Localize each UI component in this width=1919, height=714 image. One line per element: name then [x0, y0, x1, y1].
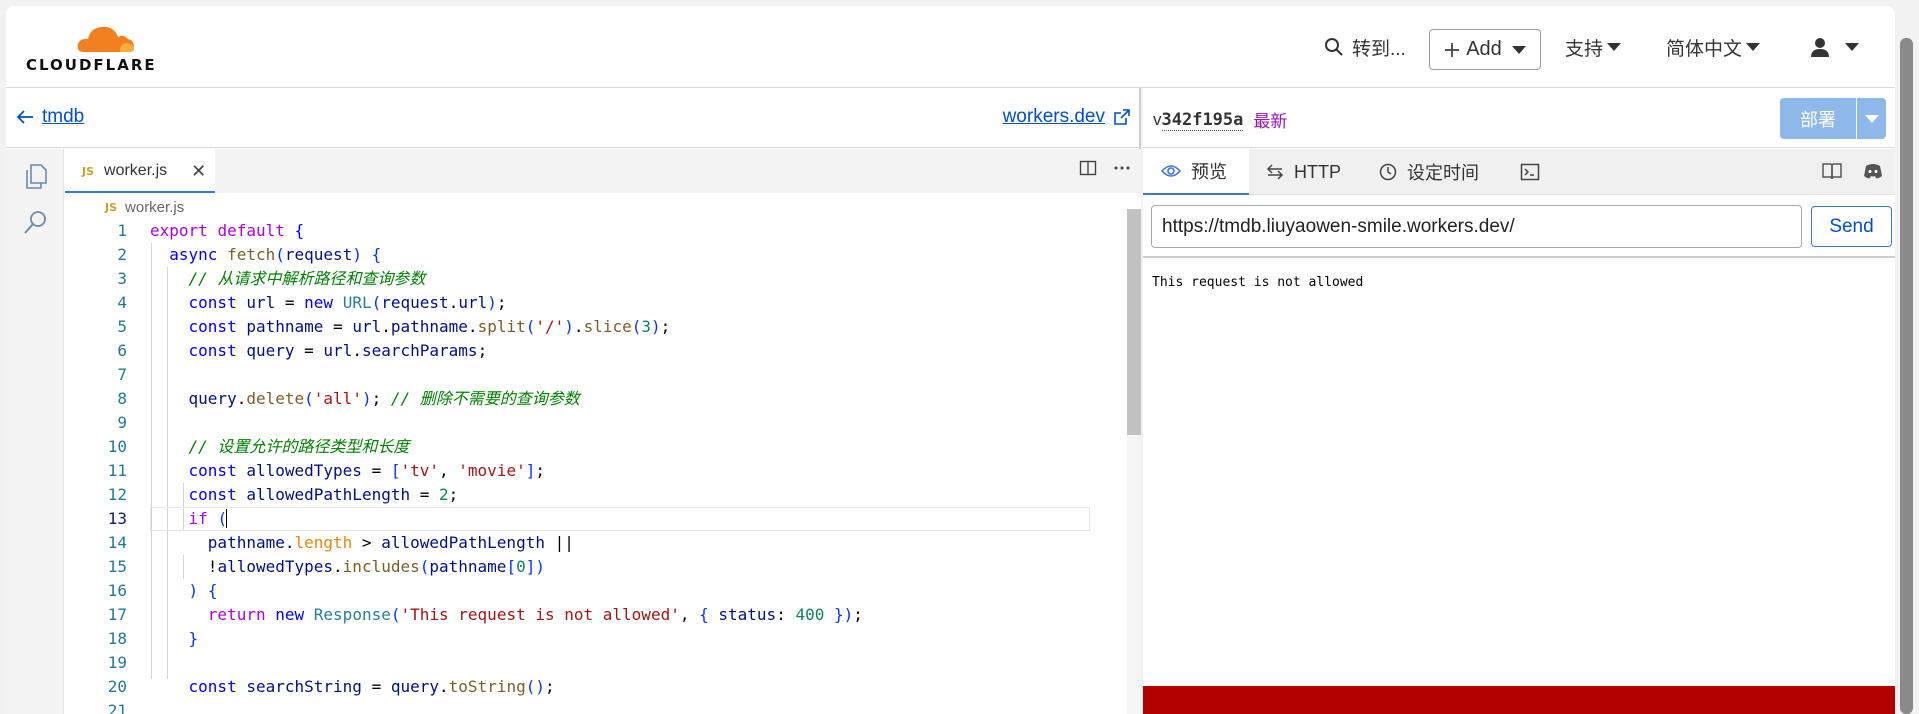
send-button[interactable]: Send: [1811, 206, 1892, 247]
more-icon[interactable]: [1113, 159, 1131, 177]
tab-worker-js[interactable]: JS worker.js ✕: [65, 149, 215, 193]
code-line: 9: [117, 413, 127, 432]
search-icon: [1325, 38, 1343, 56]
code-line: 14 pathname.length > allowedPathLength |…: [107, 533, 574, 552]
code-line: 8 query.delete('all'); // 删除不需要的查询参数: [117, 389, 580, 408]
code-line: 10 // 设置允许的路径类型和长度: [107, 437, 410, 456]
deploy-dropdown[interactable]: [1856, 98, 1886, 139]
split-editor-icon[interactable]: [1079, 159, 1097, 177]
editor-tabbar: JS worker.js ✕: [65, 149, 1141, 193]
deploy-button[interactable]: 部署: [1780, 98, 1856, 139]
js-file-icon: JS: [82, 164, 95, 178]
tab-label: HTTP: [1294, 161, 1341, 182]
code-line: 7: [117, 365, 127, 384]
code-line: 18 }: [107, 629, 199, 648]
code-line: 4 const url = new URL(request.url);: [117, 293, 507, 312]
version-prefix: v: [1153, 109, 1162, 129]
code-line: 19: [107, 653, 127, 672]
tab-terminal[interactable]: [1520, 149, 1540, 195]
preview-pane: v342f195a 最新 部署 预览 HTTP 设定时间 https://tmd…: [1143, 88, 1895, 714]
editor-toolbar: tmdb workers.dev: [6, 88, 1141, 148]
terminal-icon: [1520, 163, 1540, 181]
code-line: 11 const allowedTypes = ['tv', 'movie'];: [107, 461, 545, 480]
code-line-active: 13 if (: [65, 507, 1115, 531]
user-icon: [1811, 38, 1829, 57]
workers-dev-link[interactable]: workers.dev: [1003, 106, 1131, 128]
request-bar: Send: [1143, 196, 1895, 258]
close-icon[interactable]: ✕: [191, 161, 206, 182]
eye-icon: [1161, 165, 1181, 177]
goto-label: 转到...: [1352, 38, 1406, 60]
version-bar: v342f195a 最新 部署: [1143, 88, 1895, 148]
tab-label: 预览: [1191, 162, 1227, 182]
code-line: 12 const allowedPathLength = 2;: [107, 485, 459, 504]
cloudflare-logo[interactable]: CLOUDFLARE: [26, 20, 166, 78]
brand-name: CLOUDFLARE: [26, 56, 157, 74]
code-line: 16 ) {: [107, 581, 218, 600]
plus-icon: [1445, 42, 1460, 57]
tab-label: 设定时间: [1407, 163, 1479, 183]
chevron-down-icon: [1845, 43, 1859, 51]
tab-preview[interactable]: 预览: [1143, 149, 1249, 195]
js-file-icon: JS: [105, 201, 118, 214]
breadcrumb-file: worker.js: [125, 199, 185, 216]
chevron-down-icon: [1511, 45, 1526, 54]
swap-icon: [1266, 164, 1284, 180]
url-input[interactable]: [1151, 205, 1802, 248]
code-line: 5 const pathname = url.pathname.split('/…: [117, 317, 671, 336]
external-link-icon: [1114, 109, 1130, 125]
add-label: Add: [1466, 38, 1502, 60]
tab-http[interactable]: HTTP: [1266, 149, 1341, 195]
goto-search[interactable]: 转到...: [1324, 6, 1406, 88]
language-label: 简体中文: [1666, 38, 1743, 60]
version-latest-badge: 最新: [1253, 112, 1288, 131]
page-scroll-thumb[interactable]: [1900, 38, 1913, 714]
activity-bar: [6, 149, 64, 714]
status-bar: [1143, 686, 1895, 714]
code-editor[interactable]: JS worker.js ✕ JS worker.js 1 export def…: [65, 149, 1141, 714]
code-line: 21: [107, 701, 127, 714]
top-header: CLOUDFLARE 转到... Add 支持 简体中文: [6, 6, 1895, 88]
code-area[interactable]: 1 export default { 2 async fetch(request)…: [65, 219, 1115, 714]
back-arrow-icon: [16, 110, 33, 124]
editor-scrollbar[interactable]: [1127, 209, 1141, 714]
deploy-button-group: 部署: [1780, 98, 1886, 139]
file-breadcrumb[interactable]: JS worker.js: [105, 199, 184, 216]
back-label: tmdb: [42, 106, 85, 127]
chevron-down-icon: [1864, 114, 1879, 123]
code-line: 1 export default {: [117, 221, 305, 240]
files-icon[interactable]: [21, 161, 51, 191]
editor-scroll-thumb[interactable]: [1127, 209, 1141, 435]
language-menu[interactable]: 简体中文: [1666, 6, 1761, 88]
preview-actions: [1821, 161, 1883, 181]
support-menu[interactable]: 支持: [1565, 6, 1622, 88]
page-scrollbar[interactable]: [1895, 30, 1919, 714]
version-info: v342f195a 最新: [1153, 107, 1287, 132]
search-sidebar-icon[interactable]: [21, 207, 51, 237]
code-line: 3 // 从请求中解析路径和查询参数: [117, 269, 426, 288]
support-label: 支持: [1565, 38, 1604, 60]
tab-label: worker.js: [104, 162, 168, 179]
user-menu[interactable]: [1809, 6, 1859, 88]
tab-actions: [1079, 159, 1131, 177]
editor-pane: tmdb workers.dev JS worker.js ✕ JS worke…: [6, 88, 1141, 714]
discord-icon[interactable]: [1863, 161, 1883, 181]
cloud-logo-icon: [77, 26, 134, 52]
chevron-down-icon: [1607, 43, 1622, 51]
workers-dev-label: workers.dev: [1002, 106, 1105, 127]
code-line: 20 const searchString = query.toString()…: [107, 677, 555, 696]
version-hash[interactable]: 342f195a: [1161, 109, 1244, 131]
chevron-down-icon: [1746, 43, 1761, 51]
preview-tabbar: 预览 HTTP 设定时间: [1143, 149, 1895, 195]
code-line: 2 async fetch(request) {: [117, 245, 382, 264]
add-button[interactable]: Add: [1429, 29, 1541, 70]
tab-schedule[interactable]: 设定时间: [1379, 149, 1479, 195]
code-line: 17 return new Response('This request is …: [107, 605, 863, 624]
book-icon[interactable]: [1821, 161, 1843, 181]
response-body: This request is not allowed: [1152, 275, 1364, 290]
code-line: 15 !allowedTypes.includes(pathname[0]): [107, 557, 545, 576]
back-link[interactable]: tmdb: [16, 106, 84, 128]
clock-icon: [1379, 163, 1397, 181]
code-line: 6 const query = url.searchParams;: [117, 341, 488, 360]
